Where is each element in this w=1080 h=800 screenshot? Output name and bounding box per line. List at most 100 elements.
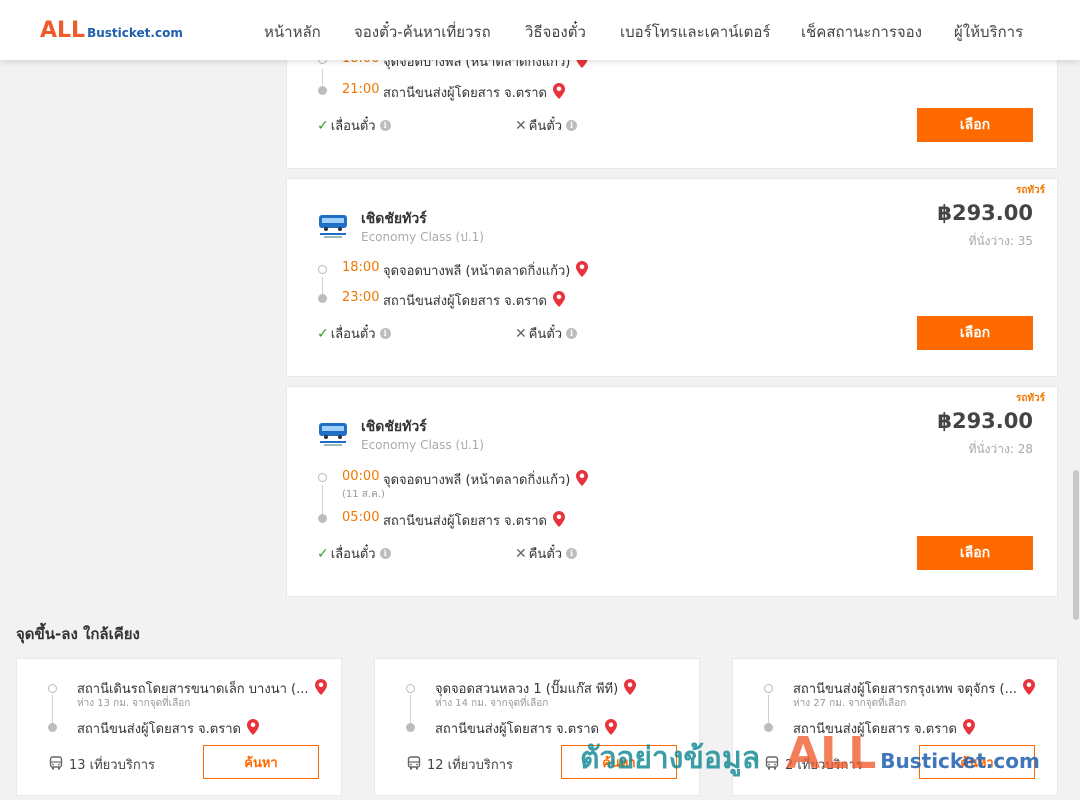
nearby-to: สถานีขนส่งผู้โดยสาร จ.ตราด bbox=[77, 718, 259, 739]
bus-icon bbox=[765, 755, 785, 774]
info-icon[interactable]: i bbox=[566, 120, 578, 131]
departure-dot bbox=[48, 684, 57, 693]
bus-icon bbox=[49, 755, 69, 774]
cross-icon: ✕ bbox=[515, 325, 527, 342]
info-icon[interactable]: i bbox=[379, 548, 391, 559]
departure-dot bbox=[318, 473, 327, 482]
nearby-to: สถานีขนส่งผู้โดยสาร จ.ตราด bbox=[435, 718, 617, 739]
operator-name: เชิดชัยทัวร์ bbox=[361, 419, 427, 435]
nav-home[interactable]: หน้าหลัก bbox=[264, 20, 321, 44]
info-icon[interactable]: i bbox=[379, 120, 391, 131]
departure-time: 00:00 bbox=[342, 469, 380, 484]
nav-check-booking[interactable]: เช็คสถานะการจอง bbox=[801, 20, 922, 44]
map-pin-icon[interactable] bbox=[962, 718, 975, 739]
cross-icon: ✕ bbox=[515, 117, 527, 134]
map-pin-icon[interactable] bbox=[552, 82, 565, 103]
nearby-search-button[interactable]: ค้นหา bbox=[919, 745, 1035, 779]
timeline-line bbox=[322, 69, 323, 85]
operator-logo bbox=[317, 421, 349, 447]
scrollbar-track[interactable] bbox=[1072, 60, 1080, 800]
nav-providers[interactable]: ผู้ให้บริการ bbox=[954, 20, 1023, 44]
bus-icon bbox=[407, 755, 427, 774]
trip-card: รถทัวร์ เชิดชัยทัวร์ Economy Class (ป.1)… bbox=[286, 386, 1058, 597]
arrival-dot bbox=[318, 514, 327, 523]
map-pin-icon[interactable] bbox=[576, 260, 589, 281]
info-icon[interactable]: i bbox=[566, 548, 578, 559]
nearby-to-label: สถานีขนส่งผู้โดยสาร จ.ตราด bbox=[77, 722, 241, 737]
arrival-dot bbox=[406, 723, 415, 732]
refund-label: คืนตั๋ว bbox=[528, 327, 563, 342]
nav-book-search[interactable]: จองตั๋ว-ค้นหาเที่ยวรถ bbox=[354, 20, 491, 44]
select-trip-button[interactable]: เลือก bbox=[917, 536, 1033, 570]
arrival-stop-label: สถานีขนส่งผู้โดยสาร จ.ตราด bbox=[383, 514, 547, 529]
departure-stop: จุดจอดบางพลี (หน้าตลาดกิ่งแก้ว) bbox=[383, 469, 589, 490]
departure-dot bbox=[406, 684, 415, 693]
map-pin-icon[interactable] bbox=[246, 718, 259, 739]
seats-available: ที่นั่งว่าง: 35 bbox=[968, 234, 1033, 248]
map-pin-icon[interactable] bbox=[552, 290, 565, 311]
arrival-dot bbox=[318, 86, 327, 95]
site-header: ALL Busticket.com หน้าหลัก จองตั๋ว-ค้นหา… bbox=[0, 0, 1080, 60]
reschedule-label: เลื่อนตั๋ว bbox=[330, 327, 376, 342]
trip-card: รถทัวร์ เชิดชัยทัวร์ Economy Class (ป.1)… bbox=[286, 178, 1058, 377]
arrival-stop: สถานีขนส่งผู้โดยสาร จ.ตราด bbox=[383, 510, 565, 531]
refund-policy: ✕ คืนตั๋ว i bbox=[515, 115, 578, 136]
select-trip-button[interactable]: เลือก bbox=[917, 108, 1033, 142]
nearby-to: สถานีขนส่งผู้โดยสาร จ.ตราด bbox=[793, 718, 975, 739]
timeline-line bbox=[322, 485, 323, 515]
refund-label: คืนตั๋ว bbox=[528, 119, 563, 134]
nearby-search-button[interactable]: ค้นหา bbox=[203, 745, 319, 779]
trip-price: ฿293.00 bbox=[937, 409, 1033, 433]
reschedule-label: เลื่อนตั๋ว bbox=[330, 547, 376, 562]
reschedule-label: เลื่อนตั๋ว bbox=[330, 119, 376, 134]
refund-label: คืนตั๋ว bbox=[528, 547, 563, 562]
timeline-line bbox=[768, 695, 769, 725]
map-pin-icon[interactable] bbox=[604, 718, 617, 739]
refund-policy: ✕ คืนตั๋ว i bbox=[515, 543, 578, 564]
check-icon: ✓ bbox=[317, 545, 329, 562]
nearby-trips-label: 2 เที่ยวบริการ bbox=[785, 758, 863, 773]
departure-stop: จุดจอดบางพลี (หน้าตลาดกิ่งแก้ว) bbox=[383, 260, 589, 281]
cross-icon: ✕ bbox=[515, 545, 527, 562]
nearby-trips-label: 13 เที่ยวบริการ bbox=[69, 758, 155, 773]
departure-date: (11 ส.ค.) bbox=[342, 489, 385, 500]
select-trip-button[interactable]: เลือก bbox=[917, 316, 1033, 350]
departure-stop-label: จุดจอดบางพลี (หน้าตลาดกิ่งแก้ว) bbox=[383, 264, 571, 279]
nearby-trips: 2 เที่ยวบริการ bbox=[765, 754, 863, 775]
bus-class: Economy Class (ป.1) bbox=[361, 438, 484, 452]
arrival-time: 21:00 bbox=[342, 82, 380, 97]
logo-all: ALL bbox=[40, 18, 86, 43]
nav-how-to-book[interactable]: วิธีจองตั๋ว bbox=[525, 20, 586, 44]
reschedule-policy: ✓ เลื่อนตั๋ว i bbox=[317, 323, 391, 344]
nearby-search-button[interactable]: ค้นหา bbox=[561, 745, 677, 779]
info-icon[interactable]: i bbox=[379, 328, 391, 339]
map-pin-icon[interactable] bbox=[552, 510, 565, 531]
nearby-distance: ห่าง 14 กม. จากจุดที่เลือก bbox=[435, 698, 549, 709]
nav-phone-counters[interactable]: เบอร์โทรและเคาน์เตอร์ bbox=[620, 20, 770, 44]
map-pin-icon[interactable] bbox=[624, 678, 637, 699]
departure-stop-label: จุดจอดบางพลี (หน้าตลาดกิ่งแก้ว) bbox=[383, 473, 571, 488]
map-pin-icon[interactable] bbox=[1022, 678, 1035, 699]
departure-dot bbox=[318, 265, 327, 274]
refund-policy: ✕ คืนตั๋ว i bbox=[515, 323, 578, 344]
reschedule-policy: ✓ เลื่อนตั๋ว i bbox=[317, 115, 391, 136]
departure-dot bbox=[764, 684, 773, 693]
map-pin-icon[interactable] bbox=[576, 469, 589, 490]
operator-name: เชิดชัยทัวร์ bbox=[361, 211, 427, 227]
map-pin-icon[interactable] bbox=[314, 678, 327, 699]
nearby-trips: 13 เที่ยวบริการ bbox=[49, 754, 155, 775]
scrollbar-thumb[interactable] bbox=[1073, 470, 1079, 620]
timeline-line bbox=[52, 695, 53, 725]
site-logo[interactable]: ALL Busticket.com bbox=[40, 18, 183, 43]
arrival-stop: สถานีขนส่งผู้โดยสาร จ.ตราด bbox=[383, 82, 565, 103]
nearby-route-card: สถานีขนส่งผู้โดยสารกรุงเทพ จตุจักร (... … bbox=[732, 658, 1058, 796]
nearby-route-card: สถานีเดินรถโดยสารขนาดเล็ก บางนา (... ห่า… bbox=[16, 658, 342, 796]
info-icon[interactable]: i bbox=[566, 328, 578, 339]
check-icon: ✓ bbox=[317, 325, 329, 342]
nearby-trips: 12 เที่ยวบริการ bbox=[407, 754, 513, 775]
logo-busticket: Busticket.com bbox=[87, 26, 183, 40]
nearby-route-card: จุดจอดสวนหลวง 1 (ปั๊มแก๊ส พีที) ห่าง 14 … bbox=[374, 658, 700, 796]
arrival-dot bbox=[48, 723, 57, 732]
nearby-to-label: สถานีขนส่งผู้โดยสาร จ.ตราด bbox=[793, 722, 957, 737]
arrival-dot bbox=[764, 723, 773, 732]
